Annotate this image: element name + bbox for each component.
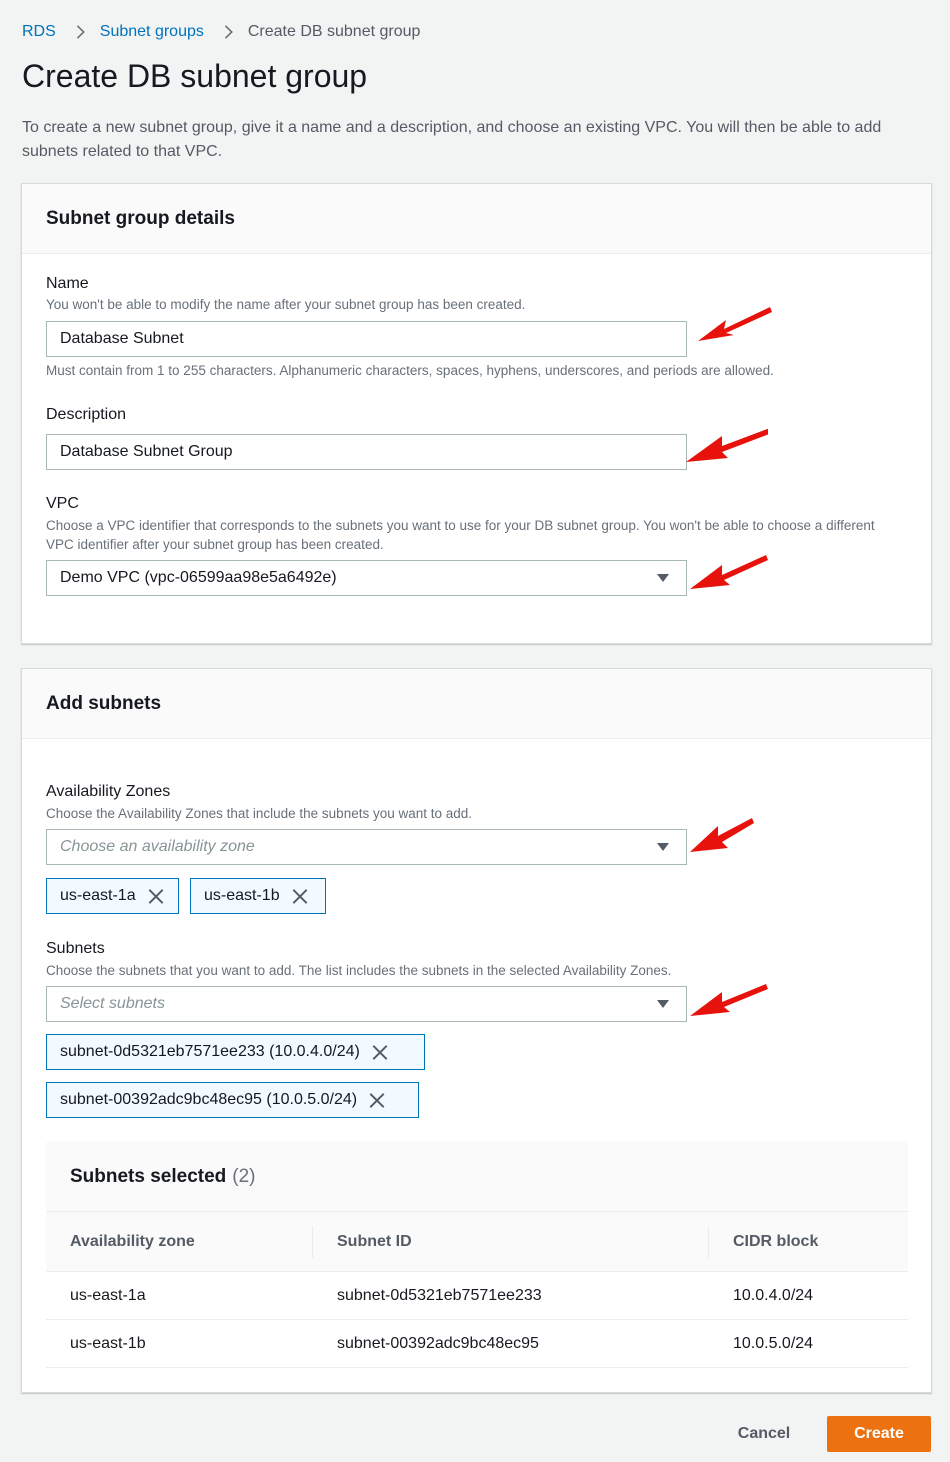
table-row: us-east-1b subnet-00392adc9bc48ec95 10.0… xyxy=(46,1320,908,1368)
az-label: Availability Zones xyxy=(46,783,171,800)
caret-down-icon xyxy=(657,1000,669,1008)
vpc-select-value: Demo VPC (vpc-06599aa98e5a6492e) xyxy=(60,569,337,586)
cell-availability-zone: us-east-1b xyxy=(70,1334,146,1352)
description-label: Description xyxy=(46,406,127,423)
cell-subnet-id: subnet-0d5321eb7571ee233 xyxy=(337,1286,542,1304)
add-subnets-header: Add subnets xyxy=(22,669,931,739)
caret-down-icon xyxy=(657,574,669,582)
subnets-select-placeholder: Select subnets xyxy=(60,995,165,1012)
table-header-row: Availability zone Subnet ID CIDR block xyxy=(46,1212,908,1272)
name-constraint: Must contain from 1 to 255 characters. A… xyxy=(46,363,774,378)
az-token: us-east-1b xyxy=(190,878,326,914)
description-input-value: Database Subnet Group xyxy=(60,443,233,460)
column-header-availability-zone[interactable]: Availability zone xyxy=(46,1225,313,1258)
subnets-label: Subnets xyxy=(46,940,105,957)
close-icon[interactable] xyxy=(148,888,164,904)
close-icon[interactable] xyxy=(292,888,308,904)
name-input[interactable]: Database Subnet xyxy=(46,321,687,357)
page-title: Create DB subnet group xyxy=(22,58,368,94)
az-select[interactable]: Choose an availability zone xyxy=(46,829,687,865)
breadcrumb-current: Create DB subnet group xyxy=(247,23,421,40)
breadcrumb-rds-link[interactable]: RDS xyxy=(22,23,56,41)
create-button[interactable]: Create xyxy=(827,1416,931,1452)
table-row: us-east-1a subnet-0d5321eb7571ee233 10.0… xyxy=(46,1272,908,1320)
close-icon[interactable] xyxy=(372,1044,388,1060)
subnet-group-details-header: Subnet group details xyxy=(22,184,931,254)
annotation-arrow-icon xyxy=(690,984,768,1016)
vpc-hint: Choose a VPC identifier that corresponds… xyxy=(46,518,875,552)
close-icon[interactable] xyxy=(369,1092,385,1108)
column-header-subnet-id[interactable]: Subnet ID xyxy=(313,1225,709,1258)
subnets-selected-table: Subnets selected (2) Availability zone S… xyxy=(46,1142,908,1368)
cancel-button[interactable]: Cancel xyxy=(722,1416,806,1452)
cell-subnet-id: subnet-00392adc9bc48ec95 xyxy=(337,1334,539,1352)
subnet-token: subnet-00392adc9bc48ec95 (10.0.5.0/24) xyxy=(46,1082,419,1118)
subnets-selected-title: Subnets selected xyxy=(70,1165,227,1187)
az-hint: Choose the Availability Zones that inclu… xyxy=(46,806,473,821)
column-header-cidr-block[interactable]: CIDR block xyxy=(709,1226,908,1258)
vpc-select[interactable]: Demo VPC (vpc-06599aa98e5a6492e) xyxy=(46,560,687,596)
cell-cidr-block: 10.0.4.0/24 xyxy=(733,1286,814,1304)
az-token-label: us-east-1b xyxy=(204,887,280,904)
page-description: To create a new subnet group, give it a … xyxy=(22,119,882,160)
vpc-label: VPC xyxy=(46,495,79,512)
cell-cidr-block: 10.0.5.0/24 xyxy=(733,1334,814,1352)
annotation-arrow-icon xyxy=(698,307,772,341)
breadcrumb: RDS Subnet groups Create DB subnet group xyxy=(22,20,420,44)
subnet-token-label: subnet-00392adc9bc48ec95 (10.0.5.0/24) xyxy=(60,1091,358,1108)
name-hint: You won't be able to modify the name aft… xyxy=(46,297,526,312)
annotation-arrow-icon xyxy=(690,555,768,589)
chevron-right-icon xyxy=(219,25,233,39)
subnet-token-label: subnet-0d5321eb7571ee233 (10.0.4.0/24) xyxy=(60,1043,360,1060)
subnets-select[interactable]: Select subnets xyxy=(46,986,687,1022)
name-input-value: Database Subnet xyxy=(60,330,184,347)
breadcrumb-subnet-groups-link[interactable]: Subnet groups xyxy=(100,23,204,41)
annotation-arrow-icon xyxy=(686,428,768,462)
cell-availability-zone: us-east-1a xyxy=(70,1286,146,1304)
subnet-group-details-panel: Subnet group details Name You won't be a… xyxy=(21,183,932,644)
az-token-label: us-east-1a xyxy=(60,887,136,904)
subnet-token: subnet-0d5321eb7571ee233 (10.0.4.0/24) xyxy=(46,1034,425,1070)
caret-down-icon xyxy=(657,843,669,851)
description-input[interactable]: Database Subnet Group xyxy=(46,434,687,470)
subnets-selected-count: (2) xyxy=(232,1165,256,1187)
annotation-arrow-icon xyxy=(690,818,754,852)
chevron-right-icon xyxy=(70,25,85,39)
name-label: Name xyxy=(46,275,89,292)
add-subnets-panel: Add subnets Availability Zones Choose th… xyxy=(21,668,932,1393)
az-select-placeholder: Choose an availability zone xyxy=(60,838,255,855)
az-token: us-east-1a xyxy=(46,878,179,914)
subnets-hint: Choose the subnets that you want to add.… xyxy=(46,963,672,978)
subnets-selected-header: Subnets selected (2) xyxy=(46,1142,908,1212)
